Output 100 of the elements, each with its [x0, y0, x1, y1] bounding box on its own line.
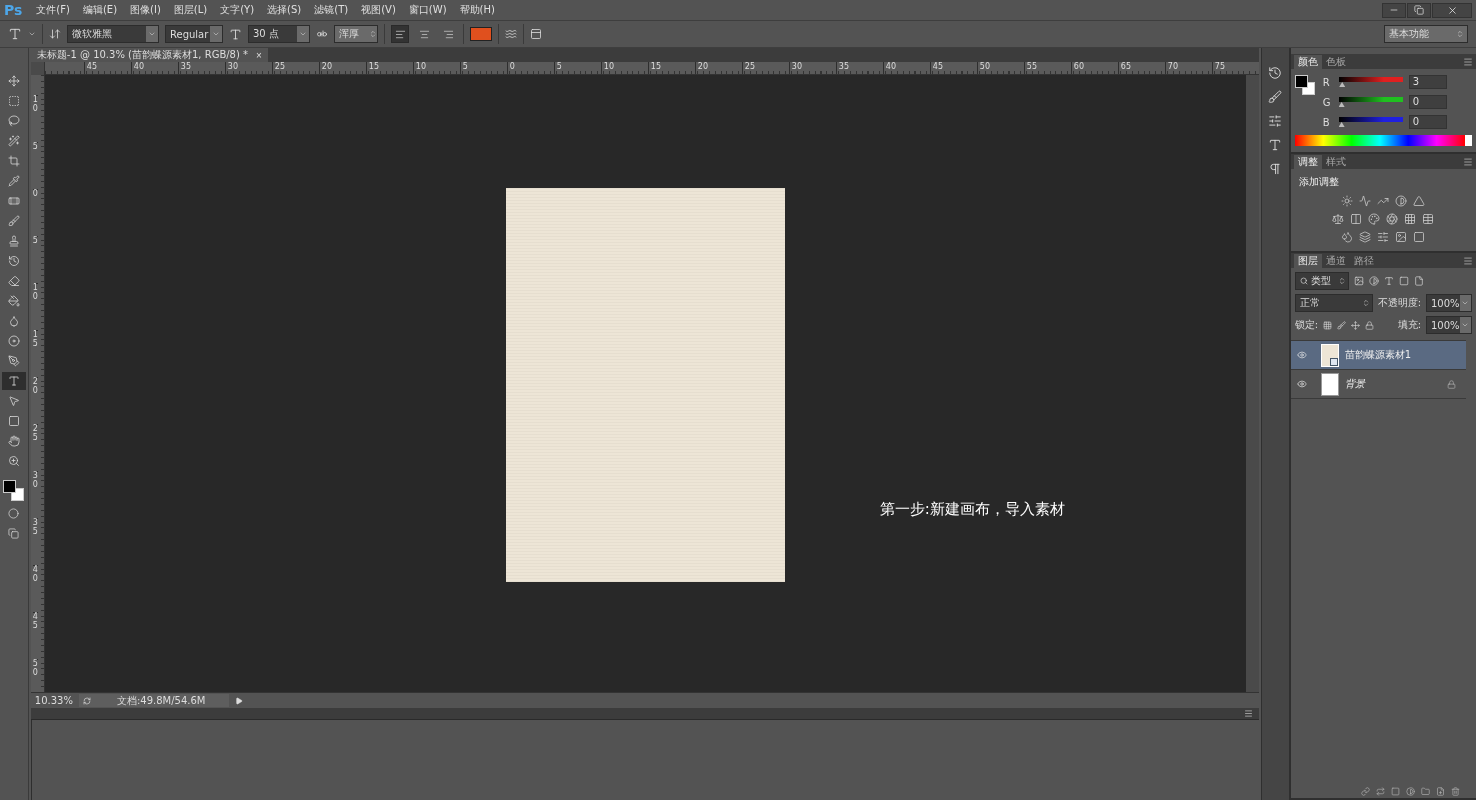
palette-icon: [1368, 213, 1381, 225]
layers-icon: [1359, 231, 1372, 243]
play-icon: [234, 696, 243, 705]
channel-slider[interactable]: [1338, 97, 1403, 107]
text-color-swatch[interactable]: [470, 27, 492, 41]
eyedropper-icon: [7, 175, 20, 187]
layer-row[interactable]: 背景: [1290, 370, 1466, 399]
brush-icon: [1268, 90, 1283, 104]
channel-value-field[interactable]: 3: [1408, 75, 1447, 89]
color-spectrum[interactable]: [1294, 135, 1472, 146]
menu-item[interactable]: 文字(Y): [220, 3, 255, 17]
type-icon: [7, 375, 20, 387]
restore-button[interactable]: [1407, 2, 1431, 18]
ruler-label: 45: [32, 612, 38, 659]
panel-tab[interactable]: 颜色: [1293, 55, 1322, 69]
menu-item[interactable]: 窗口(W): [408, 3, 447, 17]
document-tab[interactable]: 未标题-1 @ 10.3% (苗韵蝶源素材1, RGB/8) * ×: [30, 48, 268, 62]
panel-tab[interactable]: 调整: [1293, 155, 1322, 169]
workspace-select[interactable]: 基本功能: [1384, 25, 1468, 43]
sliders-icon: [1377, 231, 1390, 243]
minimize-button[interactable]: [1382, 2, 1406, 18]
circle-icon: [8, 507, 20, 519]
canvas-caption: 第一步:新建画布，导入素材: [879, 500, 1065, 519]
warp-text-icon: [505, 28, 517, 40]
image-icon: [1353, 276, 1364, 286]
menu-item[interactable]: 图层(L): [173, 3, 208, 17]
fill-field[interactable]: 100%: [1426, 316, 1472, 334]
font-style-select[interactable]: Regular: [165, 25, 223, 43]
menu-item[interactable]: 编辑(E): [82, 3, 118, 17]
menu-item[interactable]: 选择(S): [267, 3, 302, 17]
anti-alias-select[interactable]: 浑厚: [334, 25, 378, 43]
layer-row[interactable]: 苗韵蝶源素材1: [1290, 341, 1466, 370]
panel-tab[interactable]: 通道: [1321, 254, 1350, 268]
menu-item[interactable]: 滤镜(T): [314, 3, 349, 17]
channel-value-field[interactable]: 0: [1408, 115, 1447, 129]
rectangle-icon: [7, 415, 20, 427]
caret-icon: [28, 30, 36, 38]
ruler-label: 10: [600, 62, 648, 74]
square-icon: [1398, 276, 1409, 286]
lasso-icon: [7, 115, 20, 127]
wand-icon: [7, 135, 20, 147]
align-button[interactable]: [391, 25, 409, 43]
panel-tab[interactable]: 色板: [1321, 55, 1350, 69]
ruler-label: 25: [32, 424, 38, 471]
panel-tab[interactable]: 路径: [1349, 254, 1378, 268]
zoom-level: 10.33%: [34, 695, 73, 706]
font-size-select[interactable]: 30 点: [248, 25, 310, 43]
opacity-label: 不透明度:: [1377, 296, 1421, 310]
panel-menu-icon: [1243, 709, 1253, 718]
ruler-label: 70: [1164, 62, 1212, 74]
ruler-label: 15: [32, 330, 38, 377]
color-swatches-icon[interactable]: [1294, 75, 1317, 97]
menu-item[interactable]: 文件(F): [36, 3, 70, 17]
anti-alias-icon: [316, 28, 328, 40]
file-icon: [1413, 276, 1424, 286]
lock-icon: [1365, 320, 1374, 330]
ruler-label: 50: [32, 659, 38, 692]
zoom-icon: [7, 455, 20, 467]
menu-item[interactable]: 图像(I): [130, 3, 161, 17]
menu-item[interactable]: 帮助(H): [459, 3, 495, 17]
droplets-icon: [1341, 231, 1354, 243]
panel-tab[interactable]: 图层: [1293, 254, 1322, 268]
panel-tab[interactable]: 样式: [1321, 155, 1350, 169]
color-swatches-icon[interactable]: [2, 480, 25, 502]
close-icon: [1446, 4, 1458, 16]
contrast-icon: [1395, 195, 1408, 207]
triangle-icon: [1413, 195, 1426, 207]
status-info: 文档:49.8M/54.6M: [78, 694, 229, 707]
character-icon: [1268, 138, 1283, 152]
ruler-label: 5: [32, 236, 38, 283]
brush-icon: [7, 215, 20, 227]
align-right-icon: [442, 28, 454, 40]
menu-item[interactable]: 视图(V): [361, 3, 396, 17]
new-layer-icon: [1436, 786, 1445, 796]
adjustment-icon: [1406, 786, 1415, 796]
font-family-select[interactable]: 微软雅黑: [67, 25, 159, 43]
trash-icon: [1451, 786, 1460, 796]
aperture-icon: [1386, 213, 1399, 225]
panel-menu-icon: [1463, 255, 1473, 266]
caret-icon: [299, 30, 307, 38]
layer-name: 背景: [1344, 377, 1365, 391]
close-button[interactable]: [1432, 2, 1472, 18]
stepper-icon: [1361, 299, 1370, 307]
blend-mode-select[interactable]: 正常: [1294, 294, 1373, 312]
channel-slider[interactable]: [1338, 77, 1403, 87]
tab-close-button[interactable]: ×: [256, 49, 262, 61]
slider-thumb[interactable]: [1338, 102, 1345, 107]
panel-toggle-icon: [530, 28, 542, 40]
stepper-icon: [369, 30, 377, 38]
ruler-label: 40: [32, 565, 38, 612]
slider-thumb[interactable]: [1339, 82, 1346, 87]
channel-slider[interactable]: [1338, 117, 1403, 127]
channel-value-field[interactable]: 0: [1408, 95, 1447, 109]
ruler-label: 15: [365, 62, 413, 74]
ruler-label: 35: [32, 518, 38, 565]
layer-filter-select[interactable]: 类型: [1294, 272, 1349, 290]
slider-thumb[interactable]: [1338, 122, 1345, 127]
tool-button[interactable]: [1, 372, 26, 390]
disc-icon: [7, 335, 20, 347]
opacity-field[interactable]: 100%: [1426, 294, 1472, 312]
